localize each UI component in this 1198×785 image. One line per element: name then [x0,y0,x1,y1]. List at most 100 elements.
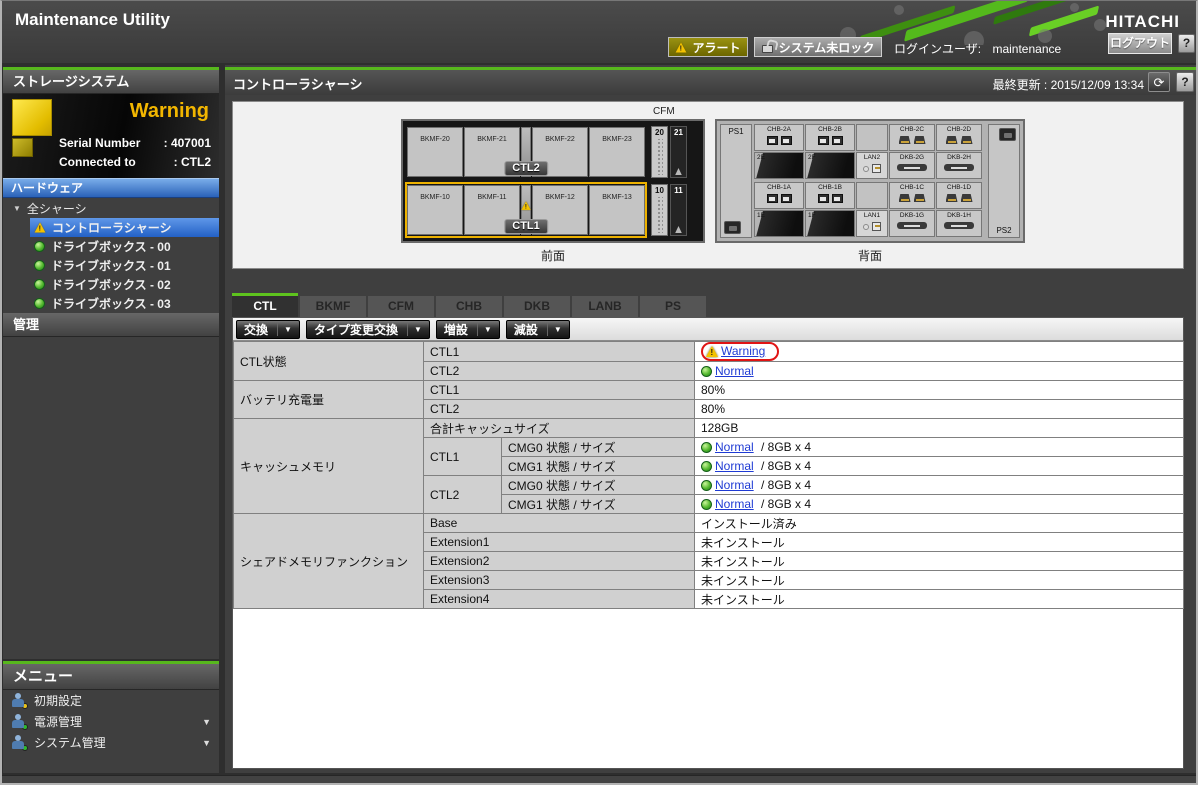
status-link[interactable]: Normal [715,459,754,473]
chb-1c-module[interactable]: CHB-1C [889,182,935,209]
menu-item[interactable]: 初期設定 [3,690,219,711]
toolbar-dropdown-button[interactable]: 減設▼ [506,320,570,339]
tree-root-label: 全シャーシ [27,200,87,217]
storage-system-header: ストレージシステム [3,70,219,94]
tab-cfm[interactable]: CFM [368,296,434,317]
ctl-module-area[interactable]: BKMF-10BKMF-11BKMF-12BKMF-13!CTL1 [407,184,645,236]
table-value-cell: 未インストール [695,590,1184,609]
toolbar-dropdown-button[interactable]: タイプ変更交換 ▼ [306,320,430,339]
cfm-open-slot[interactable]: 20 [651,126,668,178]
tree-item[interactable]: ドライブボックス - 00 [3,237,219,256]
2e-module[interactable]: 2E [754,152,804,179]
refresh-button[interactable]: ⟳ [1148,72,1170,92]
status-link[interactable]: Normal [715,364,754,378]
cfm-installed-slot[interactable]: 21 [670,126,687,178]
lan1-module[interactable]: LAN1 [856,210,888,237]
dkb-1h-module[interactable]: DKB-1H [936,210,982,237]
tab-dkb[interactable]: DKB [504,296,570,317]
module-label: CHB-1D [937,184,981,192]
hitachi-logo: HITACHI [1105,12,1180,32]
status-link[interactable]: Normal [715,440,754,454]
bkmf-module[interactable]: BKMF-10 [407,185,463,235]
chb-2c-module[interactable]: CHB-2C [889,124,935,151]
port-icon [767,136,778,145]
tab-ps[interactable]: PS [640,296,706,317]
table-value-cell: !Warning [695,342,1184,362]
tree-root-all-chassis[interactable]: ▼ 全シャーシ [3,198,219,218]
bkmf-module[interactable]: BKMF-23 [589,127,645,177]
tree-item[interactable]: ドライブボックス - 01 [3,256,219,275]
table-label-cell: キャッシュメモリ [234,419,424,514]
blank-slot [856,182,888,209]
table-label-cell: Extension3 [424,571,695,590]
status-cell: Normal [701,478,754,492]
chassis-rear-view[interactable]: PS1CHB-2ACHB-2BCHB-2CCHB-2D2E2FLAN2DKB-2… [715,119,1025,243]
1f-module[interactable]: 1F [805,210,855,237]
module-label: CHB-2D [937,126,981,134]
lan2-module[interactable]: LAN2 [856,152,888,179]
tab-bkmf[interactable]: BKMF [300,296,366,317]
ctl-module-area[interactable]: BKMF-20BKMF-21BKMF-22BKMF-23CTL2 [407,126,645,178]
menu-header: メニュー [3,664,219,690]
dkb-2h-module[interactable]: DKB-2H [936,152,982,179]
chb-1b-module[interactable]: CHB-1B [805,182,855,209]
cfm-open-slot[interactable]: 10 [651,184,668,236]
dkb-2g-module[interactable]: DKB-2G [889,152,935,179]
tab-ctl[interactable]: CTL [232,293,298,317]
2f-module[interactable]: 2F [805,152,855,179]
1e-module[interactable]: 1E [754,210,804,237]
last-update-text: 最終更新 : 2015/12/09 13:34 [993,76,1144,93]
user-icon [11,714,26,729]
power-supply-ps2[interactable]: PS2 [988,124,1020,238]
table-value-cell: 80% [695,400,1184,419]
lan-port-icon [872,222,881,231]
bkmf-module-label: BKMF-23 [602,136,632,143]
header-help-button[interactable]: ? [1178,34,1195,53]
chb-1a-module[interactable]: CHB-1A [754,182,804,209]
toolbar-dropdown-button[interactable]: 交換▼ [236,320,300,339]
system-lock-button[interactable]: システム未ロック [754,37,882,57]
status-link[interactable]: Warning [721,344,765,358]
power-inlet-icon [724,221,741,234]
table-label-cell: CTL1 [424,381,695,400]
chb-2a-module[interactable]: CHB-2A [754,124,804,151]
storage-system-panel: ストレージシステム Warning Serial Number : 407001… [3,67,219,178]
dkb-1g-module[interactable]: DKB-1G [889,210,935,237]
bkmf-module[interactable]: BKMF-13 [589,185,645,235]
lan-connector-icon [863,224,869,230]
bkmf-module-label: BKMF-22 [545,136,575,143]
chb-2b-module[interactable]: CHB-2B [805,124,855,151]
tree-item[interactable]: ドライブボックス - 02 [3,275,219,294]
chevron-down-icon: ▼ [414,325,422,334]
cfm-handle [673,226,684,233]
tab-lanb[interactable]: LANB [572,296,638,317]
menu-item[interactable]: システム管理▼ [3,732,219,753]
status-link[interactable]: Normal [715,478,754,492]
toolbar-dropdown-button[interactable]: 増設▼ [436,320,500,339]
alert-button[interactable]: ! アラート [668,37,748,57]
ctl-name-label: CTL2 [504,161,548,176]
hardware-section-header: ハードウェア [3,178,219,198]
normal-icon [701,366,712,377]
user-icon [11,735,26,750]
logout-button[interactable]: ログアウト [1108,33,1172,54]
tree-item[interactable]: ドライブボックス - 03 [3,294,219,313]
tree-item[interactable]: !コントローラシャーシ [30,218,219,237]
cfm-installed-slot[interactable]: 11 [670,184,687,236]
page-help-button[interactable]: ? [1176,72,1194,92]
menu-item[interactable]: 電源管理▼ [3,711,219,732]
power-supply-ps1[interactable]: PS1 [720,124,752,238]
toolbar-button-label: タイプ変更交換 [314,321,398,338]
status-link[interactable]: Normal [715,497,754,511]
sidebar: ストレージシステム Warning Serial Number : 407001… [3,65,219,773]
chb-1d-module[interactable]: CHB-1D [936,182,982,209]
chassis-front-view[interactable]: BKMF-20BKMF-21BKMF-22BKMF-23CTL22021BKMF… [401,119,705,243]
bkmf-module[interactable]: BKMF-20 [407,127,463,177]
table-label-cell: シェアドメモリファンクション [234,514,424,609]
chb-2d-module[interactable]: CHB-2D [936,124,982,151]
table-value-cell: インストール済み [695,514,1184,533]
tab-chb[interactable]: CHB [436,296,502,317]
main-content: コントローラシャーシ 最終更新 : 2015/12/09 13:34 ⟳ ? C… [225,65,1196,773]
serial-number-value: : 407001 [164,136,211,150]
normal-icon [34,260,45,271]
